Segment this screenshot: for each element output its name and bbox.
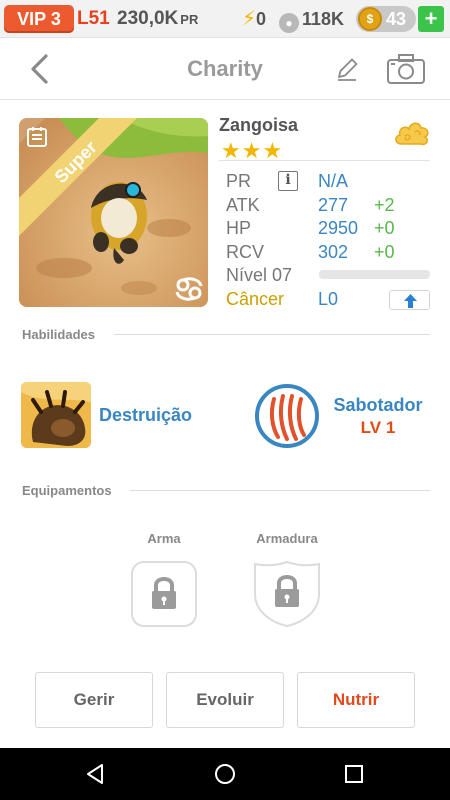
energy-counter: ⚡0 (242, 7, 266, 31)
coin-value: 43 (386, 9, 407, 29)
edit-pencil-icon[interactable] (333, 55, 361, 83)
pet-name: Zangoisa (219, 115, 299, 135)
coin-counter: $ 43 (356, 6, 416, 32)
feed-button[interactable]: Nutrir (297, 672, 415, 728)
pet-portrait-card[interactable]: Super (19, 118, 208, 307)
page-header: Charity (0, 38, 450, 100)
evolve-button[interactable]: Evoluir (166, 672, 284, 728)
system-navigation-bar (0, 748, 450, 800)
abilities-divider (114, 334, 430, 335)
paw-icon: ● (279, 13, 299, 33)
weapon-slot-label: Arma (147, 531, 181, 546)
paw-value: 118K (302, 9, 345, 29)
passive-skill-name[interactable]: Sabotador (330, 395, 426, 416)
home-circle-icon[interactable] (213, 762, 237, 786)
equipment-section-title: Equipamentos (22, 483, 112, 498)
vip-badge[interactable]: VIP 3 (4, 5, 74, 33)
weapon-slot[interactable] (130, 560, 198, 628)
cloud-element-icon (395, 122, 429, 146)
atk-value: 277 (318, 195, 349, 215)
zodiac-upgrade-button[interactable] (389, 290, 430, 310)
armor-slot-label: Armadura (256, 531, 318, 546)
cancer-zodiac-icon (175, 277, 203, 301)
page-title: Charity (187, 56, 263, 81)
camera-icon[interactable] (386, 53, 426, 85)
player-level: L51 (77, 8, 110, 29)
equipment-divider (130, 490, 430, 491)
pr-label: PR (226, 171, 252, 191)
atk-bonus: +2 (374, 195, 395, 215)
pr-info-button[interactable]: i (278, 171, 298, 191)
energy-value: 0 (256, 9, 267, 29)
armor-slot[interactable] (253, 560, 321, 628)
rcv-value: 302 (318, 242, 349, 262)
pr-value: N/A (318, 171, 349, 191)
passive-skill-level: LV 1 (360, 418, 396, 437)
add-coins-button[interactable]: + (418, 6, 444, 32)
zodiac-level: L0 (318, 289, 339, 309)
resource-bar: VIP 3 L51 230,0K PR ⚡0 ● 118K $ 43 + (0, 0, 450, 38)
zodiac-sign-label: Câncer (226, 289, 285, 309)
recents-square-icon[interactable] (342, 762, 366, 786)
money-value: 230,0K (117, 8, 179, 29)
money-counter: 230,0K PR (117, 7, 198, 32)
atk-label: ATK (226, 195, 260, 215)
hp-label: HP (226, 218, 252, 238)
notes-icon[interactable] (25, 125, 49, 149)
name-divider (219, 160, 430, 161)
hp-bonus: +0 (374, 218, 395, 238)
coin-icon: $ (358, 7, 382, 31)
rcv-label: RCV (226, 242, 265, 262)
rcv-bonus: +0 (374, 242, 395, 262)
experience-bar (319, 270, 430, 279)
arrow-up-icon (404, 294, 417, 308)
back-triangle-icon[interactable] (84, 762, 108, 786)
hp-value: 2950 (318, 218, 359, 238)
active-skill-icon[interactable] (21, 382, 91, 448)
active-skill-name[interactable]: Destruição (99, 405, 192, 426)
manage-button[interactable]: Gerir (35, 672, 153, 728)
paw-counter: ● 118K (279, 7, 345, 33)
abilities-section-title: Habilidades (22, 327, 95, 342)
lightning-icon: ⚡ (242, 8, 257, 30)
level-label: Nível 07 (226, 265, 293, 285)
money-unit: PR (180, 12, 199, 27)
claw-skill-icon[interactable] (254, 383, 320, 449)
